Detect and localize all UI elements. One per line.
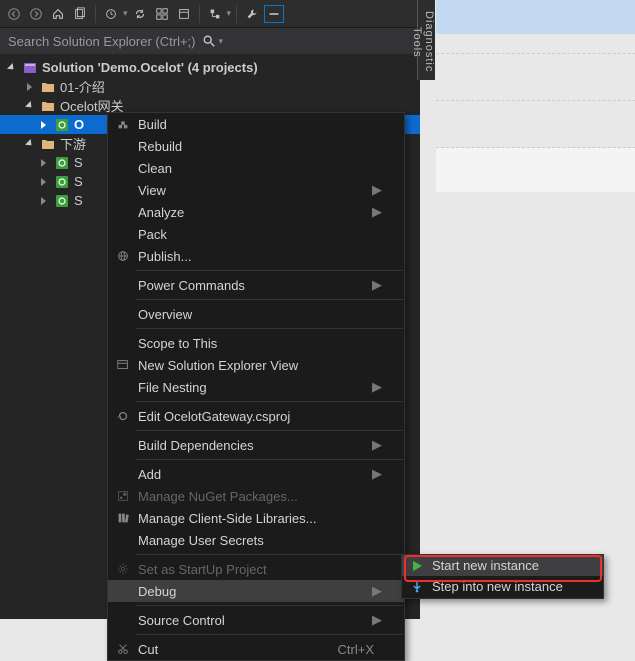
edit-icon [112, 409, 134, 423]
menu-nuget: Manage NuGet Packages... [108, 485, 404, 507]
menu-client-libs[interactable]: Manage Client-Side Libraries... [108, 507, 404, 529]
menu-startup: Set as StartUp Project [108, 558, 404, 580]
submenu-arrow-icon: ▶ [372, 466, 382, 482]
expand-icon[interactable] [24, 100, 36, 112]
project-label: S [74, 174, 83, 189]
menu-scope[interactable]: Scope to This [108, 332, 404, 354]
collapse-icon[interactable] [152, 4, 172, 24]
menu-source-control[interactable]: Source Control▶ [108, 609, 404, 631]
expand-icon[interactable] [24, 138, 36, 150]
toolbar: ▾ ▾ [0, 0, 420, 28]
submenu-arrow-icon: ▶ [372, 612, 382, 628]
expand-icon[interactable] [38, 195, 50, 207]
expand-icon[interactable] [38, 119, 50, 131]
project-label: O [74, 117, 84, 132]
menu-debug[interactable]: Debug▶ [108, 580, 404, 602]
show-all-icon[interactable] [174, 4, 194, 24]
menu-overview[interactable]: Overview [108, 303, 404, 325]
menu-user-secrets[interactable]: Manage User Secrets [108, 529, 404, 551]
folder-icon [40, 136, 56, 152]
expand-icon[interactable] [6, 62, 18, 74]
menu-power-commands[interactable]: Power Commands▶ [108, 274, 404, 296]
menu-build[interactable]: Build [108, 113, 404, 135]
play-icon [406, 560, 428, 572]
expand-icon[interactable] [38, 176, 50, 188]
menu-analyze[interactable]: Analyze▶ [108, 201, 404, 223]
menu-view[interactable]: View▶ [108, 179, 404, 201]
submenu-step-into[interactable]: Step into new instance [402, 576, 603, 597]
history-icon[interactable] [101, 4, 121, 24]
search-icon [202, 34, 216, 48]
solution-label: Solution 'Demo.Ocelot' (4 projects) [42, 60, 258, 75]
step-into-icon [406, 581, 428, 593]
diagnostic-tools-tab[interactable]: Diagnostic Tools [417, 0, 435, 80]
submenu-arrow-icon: ▶ [372, 583, 382, 599]
project-label: S [74, 193, 83, 208]
wrench-icon[interactable] [242, 4, 262, 24]
menu-add[interactable]: Add▶ [108, 463, 404, 485]
search-dropdown-icon[interactable]: ▾ [219, 36, 413, 47]
submenu-arrow-icon: ▶ [372, 277, 382, 293]
project-label: S [74, 155, 83, 170]
solution-icon [22, 60, 38, 76]
search-bar[interactable]: Search Solution Explorer (Ctrl+;) ▾ [0, 28, 420, 54]
library-icon [112, 511, 134, 525]
gear-icon [112, 562, 134, 576]
folder-label: 下游 [60, 134, 86, 153]
menu-pack[interactable]: Pack [108, 223, 404, 245]
solution-node[interactable]: Solution 'Demo.Ocelot' (4 projects) [0, 58, 420, 77]
folder-icon [40, 79, 56, 95]
folder-node[interactable]: 01-介绍 [0, 77, 420, 96]
submenu-arrow-icon: ▶ [372, 204, 382, 220]
expand-icon[interactable] [24, 81, 36, 93]
menu-new-view[interactable]: New Solution Explorer View [108, 354, 404, 376]
expand-icon[interactable] [38, 157, 50, 169]
submenu-start-new-instance[interactable]: Start new instance [402, 555, 603, 576]
menu-edit-csproj[interactable]: Edit OcelotGateway.csproj [108, 405, 404, 427]
csproj-icon [54, 174, 70, 190]
cut-icon [112, 642, 134, 656]
refresh-icon[interactable] [130, 4, 150, 24]
back-icon[interactable] [4, 4, 24, 24]
menu-rebuild[interactable]: Rebuild [108, 135, 404, 157]
sync-icon[interactable] [70, 4, 90, 24]
globe-icon [112, 249, 134, 263]
submenu-arrow-icon: ▶ [372, 182, 382, 198]
nuget-icon [112, 489, 134, 503]
menu-clean[interactable]: Clean [108, 157, 404, 179]
build-icon [112, 117, 134, 131]
menu-build-deps[interactable]: Build Dependencies▶ [108, 434, 404, 456]
preview-icon[interactable] [264, 5, 284, 23]
submenu-arrow-icon: ▶ [372, 437, 382, 453]
debug-submenu: Start new instance Step into new instanc… [401, 554, 604, 599]
menu-publish[interactable]: Publish... [108, 245, 404, 267]
csproj-icon [54, 193, 70, 209]
csproj-icon [54, 155, 70, 171]
window-icon [112, 358, 134, 372]
submenu-arrow-icon: ▶ [372, 379, 382, 395]
menu-file-nesting[interactable]: File Nesting▶ [108, 376, 404, 398]
forward-icon[interactable] [26, 4, 46, 24]
context-menu: Build Rebuild Clean View▶ Analyze▶ Pack … [107, 112, 405, 661]
search-placeholder: Search Solution Explorer (Ctrl+;) [8, 34, 202, 49]
home-icon[interactable] [48, 4, 68, 24]
folder-label: 01-介绍 [60, 77, 105, 96]
properties-icon[interactable] [205, 4, 225, 24]
csproj-icon [54, 117, 70, 133]
menu-cut[interactable]: CutCtrl+X [108, 638, 404, 660]
folder-icon [40, 98, 56, 114]
